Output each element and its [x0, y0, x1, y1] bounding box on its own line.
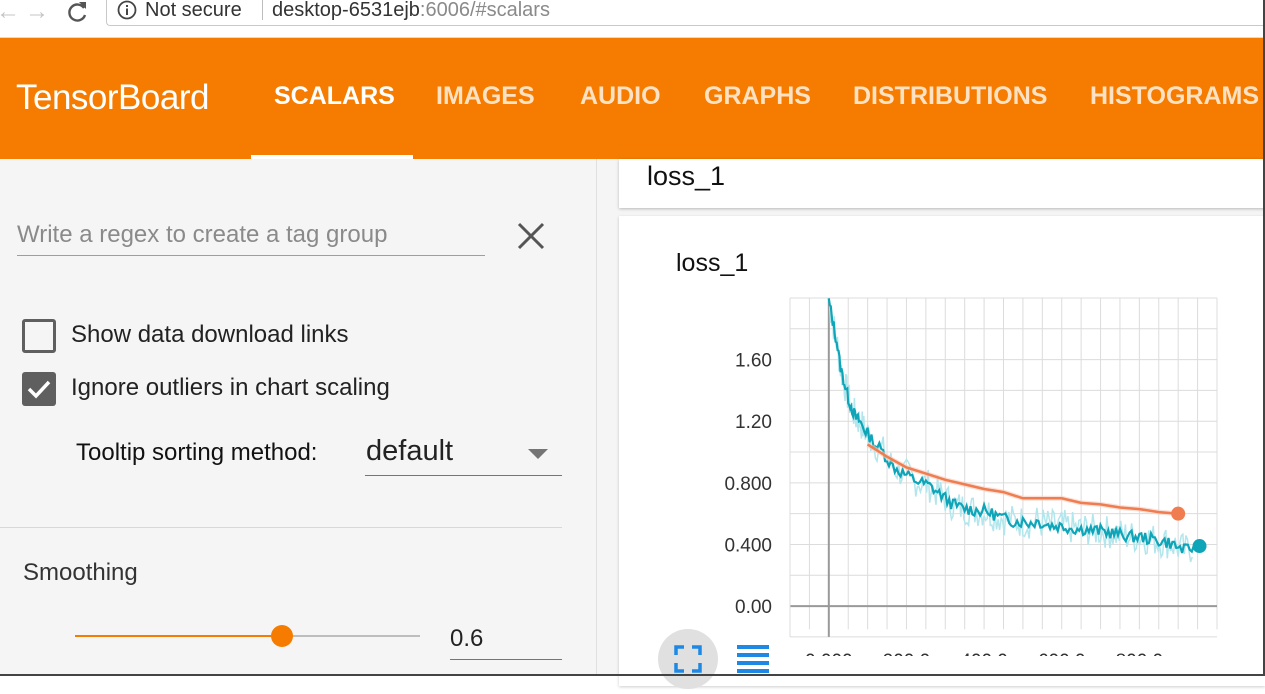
regex-input[interactable]	[17, 215, 485, 256]
y-tick-label: 1.60	[735, 351, 772, 372]
brand-title[interactable]: TensorBoard	[16, 78, 209, 118]
smoothing-slider-thumb[interactable]	[271, 625, 293, 647]
tooltip-sorting-value: default	[366, 435, 454, 467]
y-tick-label: 1.20	[735, 412, 772, 433]
check-icon	[27, 380, 51, 399]
tab-audio[interactable]: AUDIO	[580, 82, 661, 111]
app-header: TensorBoard SCALARS IMAGES AUDIO GRAPHS …	[0, 38, 1265, 159]
info-icon[interactable]	[117, 0, 137, 20]
series-orange-endpoint	[1171, 506, 1186, 521]
tab-distributions[interactable]: DISTRIBUTIONS	[853, 82, 1047, 111]
url-text[interactable]: desktop-6531ejb:6006/#scalars	[272, 0, 550, 22]
show-download-checkbox[interactable]	[22, 319, 56, 353]
sidebar-divider	[0, 527, 562, 528]
forward-arrow-icon[interactable]: →	[25, 0, 49, 24]
y-tick-label: 0.800	[724, 474, 772, 495]
smoothing-slider-fill	[75, 635, 282, 637]
fullscreen-button[interactable]	[658, 629, 718, 689]
smoothing-label: Smoothing	[23, 559, 138, 586]
x-tick-label: 200.0	[883, 651, 931, 656]
show-download-label[interactable]: Show data download links	[71, 321, 349, 349]
x-tick-label: 800.0	[1116, 651, 1164, 656]
url-host: desktop-6531ejb	[272, 0, 420, 21]
y-tick-label: 0.400	[724, 535, 772, 556]
reload-icon[interactable]	[66, 0, 88, 24]
fullscreen-icon	[674, 645, 702, 673]
x-tick-label: 600.0	[1038, 651, 1086, 656]
tag-group-title: loss_1	[647, 161, 726, 191]
ignore-outliers-label[interactable]: Ignore outliers in chart scaling	[71, 374, 390, 402]
url-rest: :6006/#scalars	[419, 0, 550, 21]
ignore-outliers-checkbox[interactable]	[22, 372, 56, 406]
chart-card: loss_1 0.000.4000.8001.201.600.000200.04…	[619, 216, 1265, 689]
tooltip-sorting-select[interactable]: default	[365, 427, 562, 476]
smoothing-slider[interactable]	[75, 625, 420, 647]
x-tick-label: 400.0	[960, 651, 1008, 656]
sidebar: Show data download links Ignore outliers…	[0, 159, 597, 676]
main-content: loss_1 loss_1 0.000.4000.8001.201.600.00…	[597, 159, 1265, 689]
tab-scalars[interactable]: SCALARS	[274, 82, 395, 111]
series-teal-endpoint	[1192, 539, 1207, 554]
loss-chart[interactable]: 0.00 0.400 0.800 1.20 1.60 0.000 200.0 400.0 600…	[619, 216, 1265, 656]
security-label: Not secure	[145, 0, 242, 21]
series-teal-raw	[828, 301, 1193, 563]
tooltip-sorting-label: Tooltip sorting method:	[76, 439, 318, 466]
close-icon[interactable]	[516, 221, 546, 251]
url-box[interactable]: Not secure desktop-6531ejb:6006/#scalars	[106, 0, 1265, 26]
y-tick-label: 0.00	[735, 597, 772, 618]
tab-images[interactable]: IMAGES	[436, 82, 535, 111]
back-arrow-icon[interactable]: ←	[0, 0, 20, 24]
url-separator	[262, 0, 263, 20]
smoothing-value-input[interactable]	[450, 619, 562, 660]
x-tick-label: 0.000	[805, 651, 853, 656]
tab-histograms[interactable]: HISTOGRAMS	[1090, 82, 1259, 111]
tag-group-header[interactable]: loss_1	[619, 159, 1265, 208]
tab-graphs[interactable]: GRAPHS	[704, 82, 811, 111]
browser-address-bar: ← → Not secure desktop-6531ejb:6006/#sca…	[0, 0, 1265, 38]
dropdown-arrow-icon	[528, 449, 548, 459]
data-table-icon[interactable]	[735, 641, 771, 677]
